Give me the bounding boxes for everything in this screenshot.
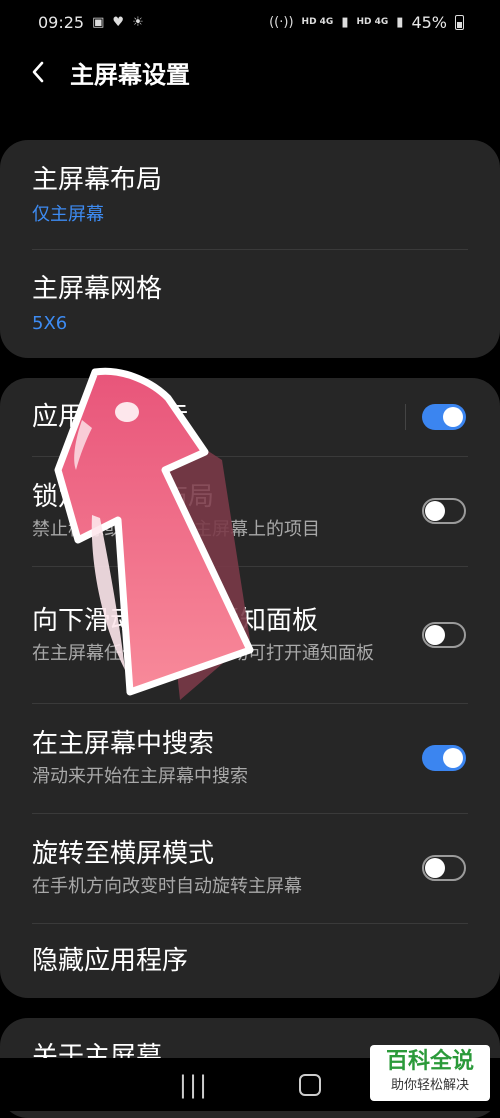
item-title: 在主屏幕中搜索: [32, 729, 215, 759]
network-indicator-1: HD 4G: [301, 17, 334, 27]
app-icon-badges-toggle[interactable]: [422, 404, 466, 430]
app-icon-badges-item[interactable]: 应用程序图标: [0, 378, 500, 456]
wifi-icon: ((·)): [269, 14, 294, 30]
item-subtitle: 在主屏幕任何位置向下滑动可打开通知面板: [32, 642, 374, 664]
battery-percent: 45%: [411, 12, 447, 32]
item-title: 应用程序图标: [32, 402, 189, 432]
item-title: 主屏幕网格: [32, 273, 163, 304]
search-home-screen-toggle[interactable]: [422, 745, 466, 771]
item-title: 主屏幕布局: [32, 164, 163, 195]
app-bar: 主屏幕设置: [0, 44, 500, 100]
health-icon: ♥: [112, 14, 125, 30]
rotate-landscape-toggle[interactable]: [422, 855, 466, 881]
watermark-subtitle: 助你轻松解决: [390, 1078, 469, 1093]
item-value: 5X6: [32, 312, 68, 334]
home-screen-layout-item[interactable]: 主屏幕布局 仅主屏幕: [0, 140, 500, 249]
watermark-title: 百科全说: [385, 1049, 474, 1074]
back-button[interactable]: [8, 44, 68, 100]
item-subtitle: 滑动来开始在主屏幕中搜索: [32, 766, 248, 787]
item-subtitle: 禁止移除或重新排列主屏幕上的项目: [32, 519, 320, 540]
back-arrow-icon: [32, 61, 44, 83]
home-button[interactable]: [299, 1073, 322, 1096]
lock-layout-toggle[interactable]: [422, 498, 466, 524]
signal-icon: ▮: [341, 14, 349, 30]
item-title: 隐藏应用程序: [32, 945, 189, 976]
page-title: 主屏幕设置: [70, 60, 190, 89]
lock-layout-item[interactable]: 锁定主屏幕布局 禁止移除或重新排列主屏幕上的项目: [0, 456, 500, 566]
swipe-down-notification-toggle[interactable]: [422, 621, 466, 648]
divider: [405, 404, 406, 430]
home-screen-grid-item[interactable]: 主屏幕网格 5X6: [0, 249, 500, 358]
hide-apps-item[interactable]: 隐藏应用程序: [0, 923, 500, 998]
gallery-icon: ▣: [92, 14, 105, 30]
home-screen-options-card: 应用程序图标 锁定主屏幕布局 禁止移除或重新排列主屏幕上的项目 向下滑动以打开通…: [0, 378, 500, 998]
item-title: 向下滑动以打开通知面板: [32, 605, 319, 636]
status-bar: 09:25 ▣ ♥ ☀ ((·)) HD 4G ▮ HD 4G ▮ 45%: [0, 0, 500, 44]
item-value: 仅主屏幕: [32, 203, 104, 225]
watermark-logo: 百科全说 助你轻松解决: [370, 1045, 490, 1101]
recents-button[interactable]: |||: [179, 1071, 209, 1099]
weather-icon: ☀: [132, 14, 144, 30]
search-home-screen-item[interactable]: 在主屏幕中搜索 滑动来开始在主屏幕中搜索: [0, 703, 500, 813]
rotate-landscape-item[interactable]: 旋转至横屏模式 在手机方向改变时自动旋转主屏幕: [0, 813, 500, 923]
battery-icon: [455, 14, 464, 30]
item-subtitle: 在手机方向改变时自动旋转主屏幕: [32, 876, 302, 897]
status-time: 09:25: [38, 12, 85, 32]
item-title: 锁定主屏幕布局: [32, 482, 215, 512]
signal-icon: ▮: [396, 14, 404, 30]
swipe-down-notification-item[interactable]: 向下滑动以打开通知面板 在主屏幕任何位置向下滑动可打开通知面板: [0, 566, 500, 703]
layout-settings-card: 主屏幕布局 仅主屏幕 主屏幕网格 5X6: [0, 140, 500, 358]
network-indicator-2: HD 4G: [356, 17, 389, 27]
item-title: 旋转至横屏模式: [32, 839, 215, 869]
